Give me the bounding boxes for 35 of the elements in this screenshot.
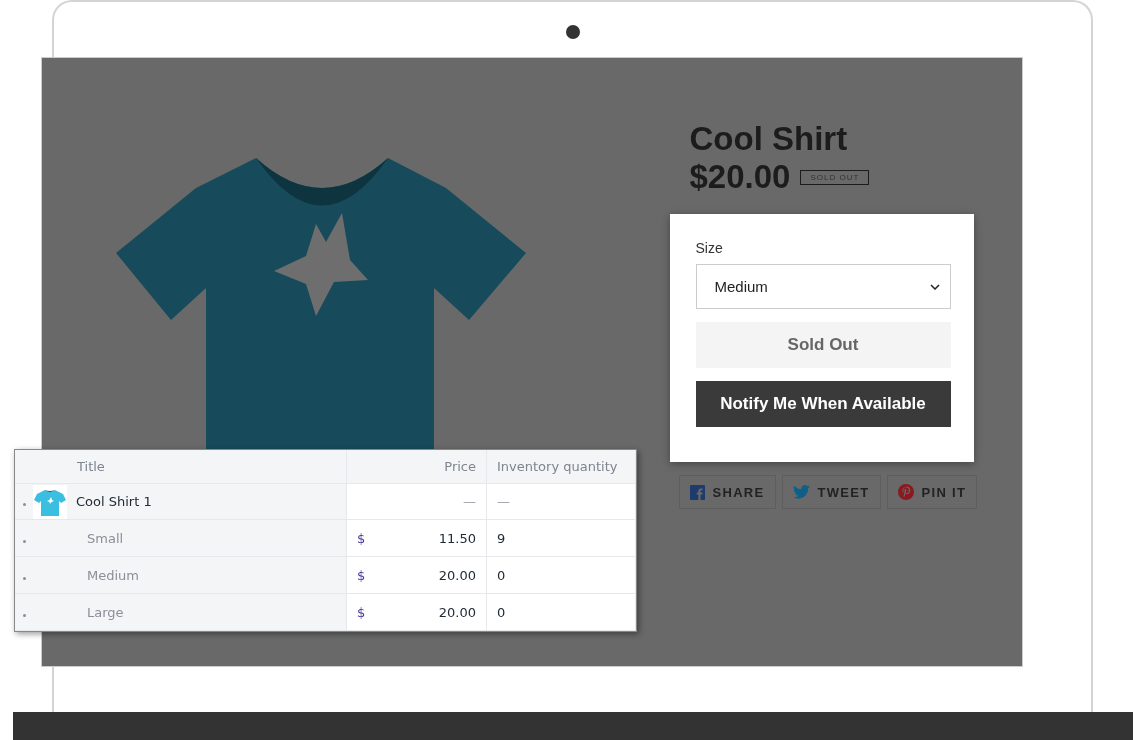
quantity-cell: 9 bbox=[497, 530, 506, 546]
bird-icon bbox=[792, 485, 810, 499]
camera-dot bbox=[565, 25, 580, 39]
bullet-icon bbox=[23, 503, 26, 506]
column-header: Inventory quantity bbox=[497, 459, 618, 474]
share-button[interactable]: TWEET bbox=[781, 475, 881, 509]
facebook-icon bbox=[689, 484, 705, 500]
size-label: Size bbox=[695, 240, 724, 256]
price-cell: 20.00 bbox=[438, 604, 476, 620]
column-header: Price bbox=[444, 459, 476, 474]
column-header: Title bbox=[77, 459, 105, 474]
share-button[interactable]: PIN IT bbox=[886, 475, 978, 509]
product-price: $20.00 bbox=[689, 158, 791, 196]
row-title: Cool Shirt 1 bbox=[76, 494, 152, 509]
row-title: Small bbox=[87, 530, 124, 546]
bullet-icon bbox=[23, 576, 26, 580]
size-select[interactable]: Medium bbox=[695, 264, 951, 309]
currency-symbol: $ bbox=[357, 530, 366, 546]
currency-symbol: $ bbox=[357, 567, 366, 583]
price-cell: 20.00 bbox=[438, 567, 476, 583]
row-title: Medium bbox=[87, 567, 139, 583]
product-title: Cool Shirt bbox=[689, 120, 849, 158]
quantity-cell: — bbox=[497, 494, 510, 509]
row-title: Large bbox=[87, 604, 124, 620]
quantity-cell: 0 bbox=[497, 604, 506, 620]
quantity-cell: 0 bbox=[497, 567, 506, 583]
price-cell: 11.50 bbox=[438, 530, 476, 546]
chevron-down-icon bbox=[929, 283, 940, 290]
bullet-icon bbox=[23, 539, 26, 543]
pin-icon bbox=[897, 484, 914, 500]
notify-button[interactable]: Notify Me When Available bbox=[695, 381, 951, 427]
price-cell: — bbox=[463, 494, 476, 509]
share-button[interactable]: SHARE bbox=[678, 475, 776, 509]
currency-symbol: $ bbox=[357, 604, 366, 620]
bullet-icon bbox=[23, 613, 26, 617]
